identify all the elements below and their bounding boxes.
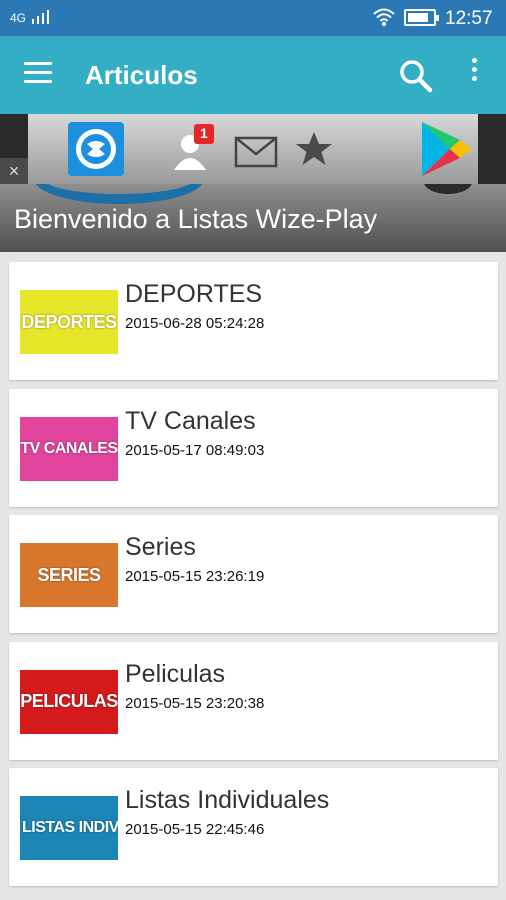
item-thumbnail: SERIES (20, 543, 118, 607)
signal-icon (32, 10, 49, 24)
menu-icon[interactable] (24, 62, 54, 86)
play-store-icon[interactable] (420, 120, 474, 178)
thumbnail-label: LISTAS INDIV (22, 819, 118, 836)
close-ad-button[interactable]: × (0, 158, 28, 184)
star-icon[interactable] (294, 130, 334, 168)
list-item-peliculas[interactable]: PELICULAS Peliculas 2015-05-15 23:20:38 (9, 641, 498, 760)
item-date: 2015-05-15 23:26:19 (125, 568, 265, 585)
item-thumbnail: PELICULAS (20, 669, 118, 734)
item-title: TV Canales (125, 406, 256, 435)
ad-strip[interactable]: 1 (28, 114, 478, 184)
article-list: DEPORTES DEPORTES 2015-06-28 05:24:28 TV… (9, 262, 498, 895)
item-date: 2015-05-17 08:49:03 (125, 441, 265, 459)
app-bar: Articulos (0, 36, 506, 114)
item-thumbnail: DEPORTES (20, 290, 118, 354)
thumbnail-label: SERIES (37, 564, 101, 585)
list-item-tv-canales[interactable]: TV CANALES TV Canales 2015-05-17 08:49:0… (9, 388, 498, 507)
item-date: 2015-05-15 23:20:38 (125, 694, 265, 712)
welcome-text: Bienvenido a Listas Wize-Play (14, 204, 378, 234)
banner-graphic-ball (424, 184, 472, 194)
security-app-icon[interactable] (68, 122, 124, 176)
item-title: Series (125, 533, 196, 561)
item-thumbnail: LISTAS INDIV (20, 796, 118, 860)
battery-icon (404, 9, 439, 26)
thumbnail-label: TV CANALES (20, 439, 118, 457)
thumbnail-label: DEPORTES (21, 311, 117, 332)
list-item-series[interactable]: SERIES Series 2015-05-15 23:26:19 (9, 515, 498, 633)
list-item-listas-individuales[interactable]: LISTAS INDIV Listas Individuales 2015-05… (9, 768, 498, 886)
banner-graphic (34, 184, 204, 204)
contacts-app-icon[interactable] (170, 124, 216, 174)
item-thumbnail: TV CANALES (20, 416, 118, 481)
wifi-icon (373, 8, 395, 26)
ad-banner[interactable]: 1 (0, 114, 506, 184)
search-icon[interactable] (398, 58, 434, 94)
mail-icon[interactable] (234, 136, 278, 168)
thumbnail-label: PELICULAS (20, 691, 118, 711)
item-title: DEPORTES (125, 280, 263, 308)
network-type: 4G (10, 11, 27, 25)
page-title: Articulos (85, 60, 198, 90)
list-item-deportes[interactable]: DEPORTES DEPORTES 2015-06-28 05:24:28 (9, 262, 498, 380)
item-title: Peliculas (125, 659, 226, 688)
notification-badge: 1 (200, 125, 208, 141)
status-bar: 4G 12:57 (0, 0, 506, 36)
item-title: Listas Individuales (125, 786, 330, 814)
welcome-banner: Bienvenido a Listas Wize-Play (0, 184, 506, 252)
item-date: 2015-06-28 05:24:28 (125, 315, 265, 332)
clock: 12:57 (445, 8, 493, 29)
item-date: 2015-05-15 22:45:46 (125, 821, 265, 838)
more-options-icon[interactable] (466, 58, 482, 90)
